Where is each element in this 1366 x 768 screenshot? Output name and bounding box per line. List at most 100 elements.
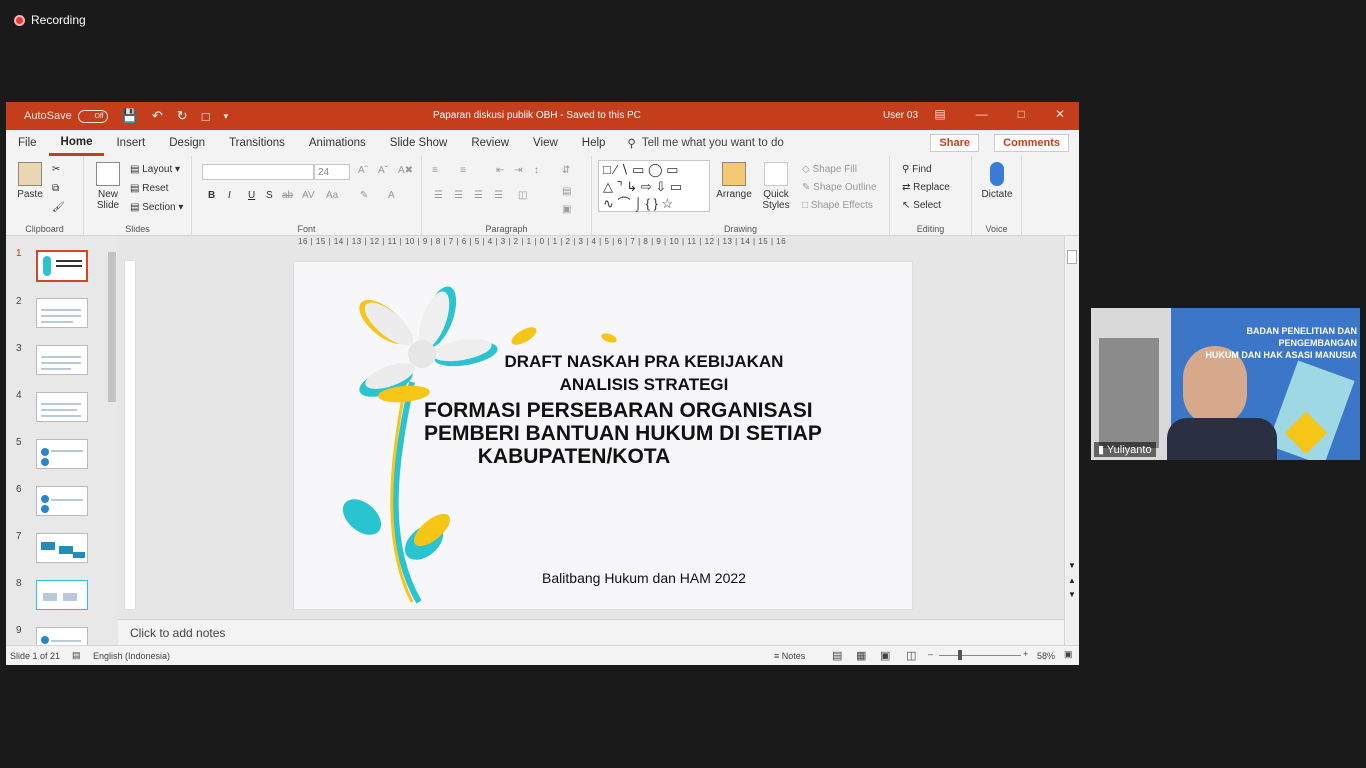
- thumbnail-2[interactable]: 2: [6, 296, 118, 336]
- tab-file[interactable]: File: [6, 130, 49, 156]
- numbering-icon[interactable]: ≡: [460, 165, 466, 176]
- smartart-icon[interactable]: ▣: [562, 204, 571, 215]
- notes-button[interactable]: ≡ Notes: [774, 651, 805, 661]
- shadow-button[interactable]: S: [266, 190, 273, 201]
- shrink-font-icon[interactable]: Aˇ: [378, 165, 388, 176]
- tab-help[interactable]: Help: [570, 130, 618, 156]
- thumbnail-1[interactable]: 1: [6, 248, 118, 288]
- tab-review[interactable]: Review: [459, 130, 521, 156]
- paste-button[interactable]: Paste: [16, 162, 44, 200]
- slide-sorter-icon[interactable]: ▦: [856, 649, 866, 662]
- find-button[interactable]: ⚲ Find: [902, 164, 932, 175]
- customize-icon[interactable]: ▾: [224, 111, 229, 122]
- thumbnail-4[interactable]: 4: [6, 390, 118, 430]
- zoom-slider-thumb[interactable]: [958, 650, 962, 660]
- next-slide-icon[interactable]: ▼: [1068, 590, 1076, 599]
- close-icon[interactable]: ✕: [1055, 107, 1065, 121]
- present-icon[interactable]: □: [202, 109, 210, 124]
- maximize-icon[interactable]: □: [1018, 107, 1025, 121]
- arrange-button[interactable]: Arrange: [714, 162, 754, 200]
- strikethrough-button[interactable]: ab: [282, 190, 293, 201]
- justify-icon[interactable]: ☰: [494, 190, 503, 201]
- comments-button[interactable]: Comments: [994, 134, 1069, 152]
- highlight-icon[interactable]: ✎: [360, 190, 368, 201]
- change-case-button[interactable]: Aa: [326, 190, 338, 201]
- font-color-icon[interactable]: A: [388, 190, 395, 201]
- fit-slide-icon[interactable]: ▣: [1064, 649, 1073, 660]
- scroll-thumb[interactable]: [1067, 250, 1077, 264]
- tab-insert[interactable]: Insert: [104, 130, 157, 156]
- thumbnail-3[interactable]: 3: [6, 343, 118, 383]
- undo-icon[interactable]: ↶: [152, 108, 163, 124]
- shape-fill-button[interactable]: ◇ Shape Fill: [802, 164, 857, 175]
- autosave-toggle[interactable]: AutoSave Off: [24, 109, 108, 123]
- line-spacing-icon[interactable]: ↕: [534, 165, 539, 176]
- minimize-icon[interactable]: —: [976, 107, 988, 121]
- italic-button[interactable]: I: [228, 190, 231, 201]
- previous-slide-icon[interactable]: ▲: [1068, 576, 1076, 585]
- select-button[interactable]: ↖ Select: [902, 200, 941, 211]
- columns-icon[interactable]: ◫: [518, 190, 527, 201]
- language-indicator[interactable]: English (Indonesia): [93, 651, 170, 661]
- quick-styles-button[interactable]: Quick Styles: [758, 162, 794, 211]
- tab-home[interactable]: Home: [48, 130, 105, 156]
- tab-design[interactable]: Design: [157, 130, 217, 156]
- copy-icon[interactable]: ⧉: [52, 183, 59, 194]
- font-size-input[interactable]: 24: [314, 164, 350, 180]
- cut-icon[interactable]: ✂: [52, 164, 60, 175]
- thumbnail-6[interactable]: 6: [6, 484, 118, 524]
- reset-button[interactable]: ▤ Reset: [130, 183, 168, 194]
- reading-view-icon[interactable]: ▣: [880, 649, 890, 662]
- tab-slide-show[interactable]: Slide Show: [378, 130, 460, 156]
- participant-video[interactable]: BADAN PENELITIAN DAN PENGEMBANGAN HUKUM …: [1091, 308, 1360, 460]
- thumbnail-8[interactable]: 8: [6, 578, 118, 618]
- replace-button[interactable]: ⇄ Replace: [902, 182, 950, 193]
- scroll-thumb[interactable]: [108, 252, 116, 402]
- save-icon[interactable]: 💾: [122, 108, 138, 124]
- bullets-icon[interactable]: ≡: [432, 165, 438, 176]
- chevron-down-icon[interactable]: ▼: [1068, 561, 1076, 570]
- shape-outline-button[interactable]: ✎ Shape Outline: [802, 182, 877, 193]
- increase-indent-icon[interactable]: ⇥: [514, 165, 522, 176]
- current-slide[interactable]: DRAFT NASKAH PRA KEBIJAKAN ANALISIS STRA…: [293, 261, 913, 610]
- bold-button[interactable]: B: [208, 190, 215, 201]
- zoom-out-icon[interactable]: –: [928, 649, 933, 659]
- decrease-indent-icon[interactable]: ⇤: [496, 165, 504, 176]
- normal-view-icon[interactable]: ▤: [832, 649, 842, 662]
- zoom-slider[interactable]: [939, 655, 1021, 656]
- clear-format-icon[interactable]: A✖: [398, 165, 413, 176]
- shapes-gallery[interactable]: □ ∕ ∖ ▭ ◯ ▭ △ ⌝ ↳ ⇨ ⇩ ▭ ∿ ⌒ ⌡ { } ☆: [598, 160, 710, 212]
- share-button[interactable]: Share: [930, 134, 979, 152]
- slide-scrollbar[interactable]: ▼ ▲ ▼: [1064, 236, 1079, 645]
- align-text-icon[interactable]: ▤: [562, 186, 571, 197]
- tell-me-search[interactable]: ⚲ Tell me what you want to do: [627, 136, 783, 150]
- section-button[interactable]: ▤ Section ▾: [130, 202, 183, 213]
- autosave-switch[interactable]: Off: [77, 109, 108, 123]
- layout-button[interactable]: ▤ Layout ▾: [130, 164, 180, 175]
- thumbnails-scrollbar[interactable]: [106, 236, 118, 645]
- align-center-icon[interactable]: ☰: [454, 190, 463, 201]
- new-slide-button[interactable]: New Slide: [92, 162, 124, 211]
- align-right-icon[interactable]: ☰: [474, 190, 483, 201]
- spacing-icon[interactable]: AV: [302, 190, 315, 201]
- thumbnail-7[interactable]: 7: [6, 531, 118, 571]
- tab-animations[interactable]: Animations: [297, 130, 378, 156]
- text-direction-icon[interactable]: ⇵: [562, 165, 570, 176]
- zoom-in-icon[interactable]: +: [1023, 649, 1028, 659]
- dictate-button[interactable]: Dictate: [978, 162, 1016, 200]
- tab-view[interactable]: View: [521, 130, 570, 156]
- ribbon-display-icon[interactable]: ▤: [934, 107, 945, 121]
- spelling-icon[interactable]: ▤: [72, 650, 81, 661]
- tab-transitions[interactable]: Transitions: [217, 130, 297, 156]
- font-name-input[interactable]: [202, 164, 314, 180]
- thumbnail-5[interactable]: 5: [6, 437, 118, 477]
- zoom-level[interactable]: 58%: [1037, 651, 1055, 661]
- shape-effects-button[interactable]: □ Shape Effects: [802, 200, 873, 211]
- format-painter-icon[interactable]: 🖌: [52, 202, 65, 213]
- underline-button[interactable]: U: [248, 190, 255, 201]
- slideshow-icon[interactable]: ◫: [906, 649, 916, 662]
- grow-font-icon[interactable]: Aˆ: [358, 165, 368, 176]
- redo-icon[interactable]: ↻: [177, 108, 188, 124]
- align-left-icon[interactable]: ☰: [434, 190, 443, 201]
- user-name[interactable]: User 03: [883, 110, 918, 121]
